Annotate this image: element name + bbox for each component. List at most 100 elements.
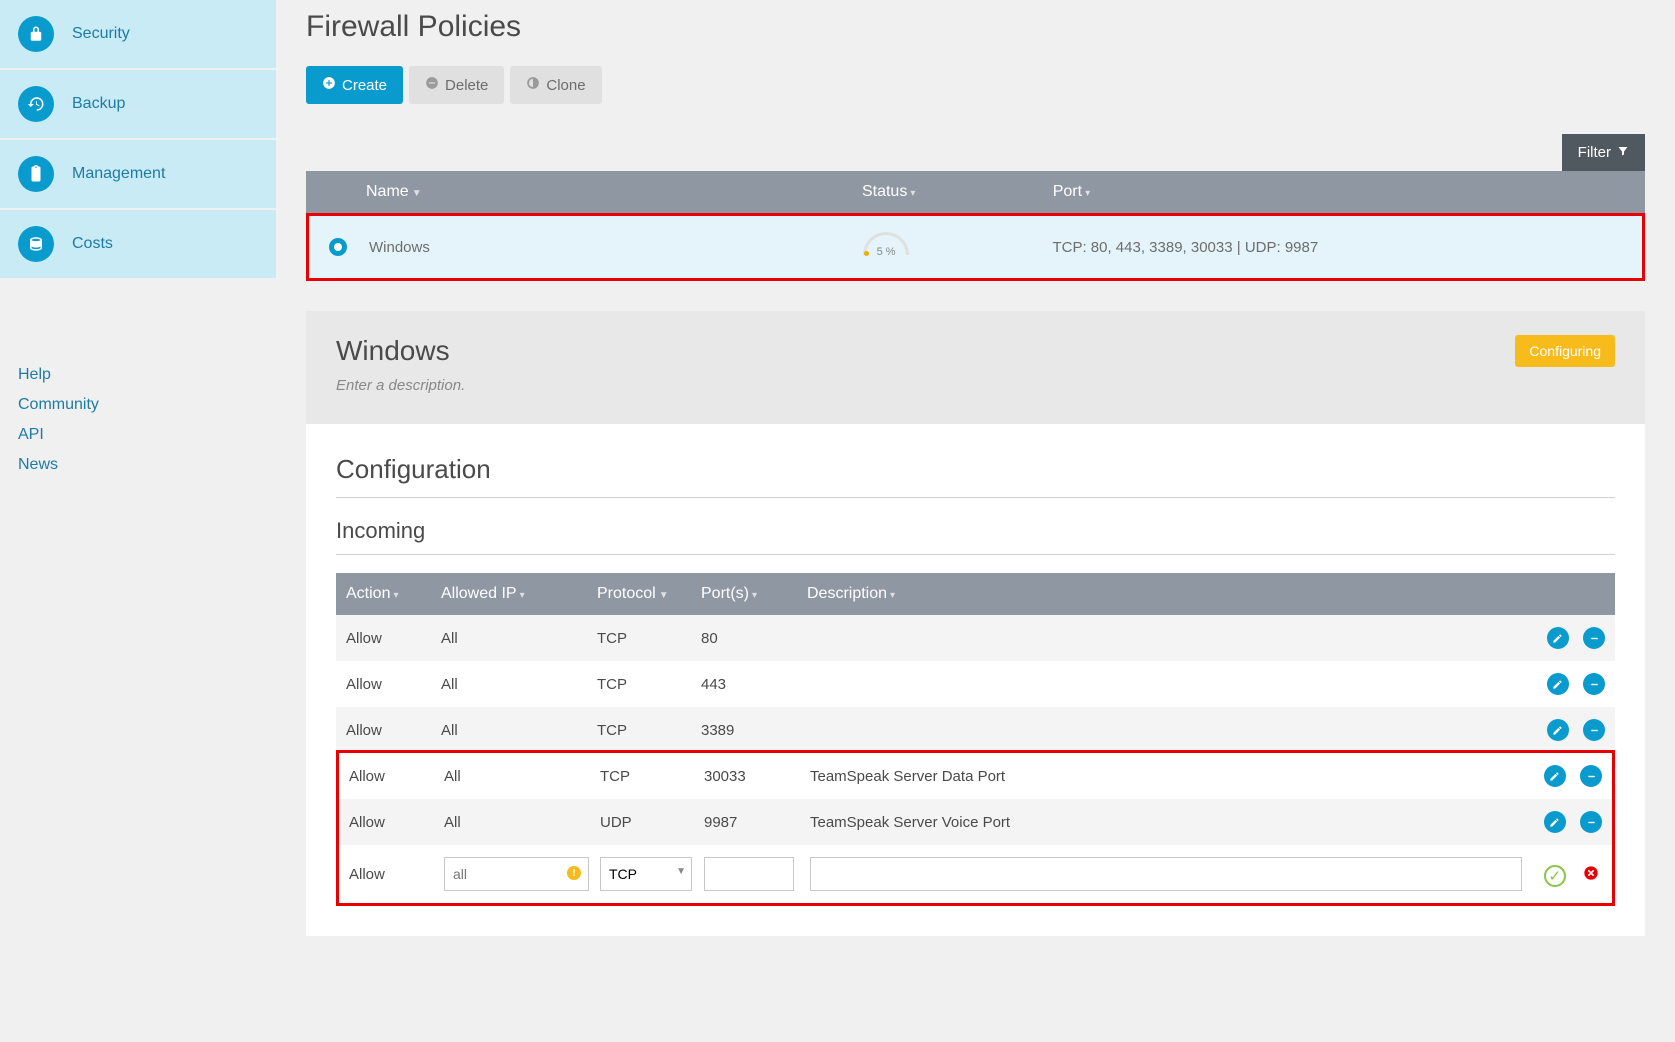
caret-down-icon: ▾ [393, 590, 398, 601]
filter-button[interactable]: Filter [1562, 134, 1645, 171]
rule-protocol: TCP [597, 630, 701, 647]
clock-back-icon [18, 86, 54, 122]
policy-detail-panel: Windows Enter a description. Configuring [306, 311, 1645, 424]
plus-circle-icon [322, 76, 336, 94]
sidebar-links: Help Community API News [0, 280, 276, 498]
clone-button[interactable]: Clone [510, 66, 601, 104]
sidebar-item-security[interactable]: Security [0, 0, 276, 68]
rules-table: Action▾ Allowed IP▾ Protocol▼ Port(s)▾ D… [336, 573, 1615, 906]
policy-port: TCP: 80, 443, 3389, 30033 | UDP: 9987 [1052, 239, 1622, 256]
configuration-section: Configuration Incoming Action▾ Allowed I… [306, 424, 1645, 936]
rule-description: TeamSpeak Server Voice Port [810, 814, 1522, 831]
rule-action: Allow [349, 814, 444, 831]
col-header-ports[interactable]: Port(s)▾ [701, 585, 807, 603]
col-header-description[interactable]: Description▾ [807, 585, 1525, 603]
rules-table-header: Action▾ Allowed IP▾ Protocol▼ Port(s)▾ D… [336, 573, 1615, 615]
sidebar-item-costs[interactable]: Costs [0, 210, 276, 278]
sidebar-item-label: Management [72, 165, 165, 183]
edit-icon[interactable] [1544, 811, 1566, 833]
rule-ip: All [441, 722, 597, 739]
rule-ip: All [441, 630, 597, 647]
filter-icon [1617, 144, 1629, 161]
rule-protocol: TCP [600, 768, 704, 785]
rule-ports: 3389 [701, 722, 807, 739]
cancel-icon[interactable] [1580, 862, 1602, 884]
rule-protocol: TCP [597, 676, 701, 693]
rule-protocol: UDP [600, 814, 704, 831]
policies-table-row[interactable]: Windows 5 % TCP: 80, 443, 3389, 30033 | … [306, 213, 1645, 281]
edit-icon[interactable] [1547, 673, 1569, 695]
edit-icon[interactable] [1544, 765, 1566, 787]
confirm-icon[interactable]: ✓ [1544, 865, 1566, 887]
new-rule-action: Allow [349, 866, 444, 883]
coins-icon [18, 226, 54, 262]
rule-action: Allow [349, 768, 444, 785]
remove-icon[interactable] [1580, 811, 1602, 833]
col-header-port[interactable]: Port▾ [1053, 183, 1625, 201]
col-header-allowed-ip[interactable]: Allowed IP▾ [441, 585, 597, 603]
rule-ports: 443 [701, 676, 807, 693]
col-header-status[interactable]: Status▾ [862, 183, 1053, 201]
rule-protocol: TCP [597, 722, 701, 739]
edit-icon[interactable] [1547, 719, 1569, 741]
lock-icon [18, 16, 54, 52]
clipboard-icon [18, 156, 54, 192]
description-input[interactable] [810, 857, 1522, 891]
rule-ip: All [444, 814, 600, 831]
incoming-title: Incoming [336, 518, 1615, 555]
remove-icon[interactable] [1583, 627, 1605, 649]
sidebar-item-label: Costs [72, 235, 113, 253]
col-header-name[interactable]: Name▼ [366, 183, 862, 201]
caret-down-icon: ▼ [412, 188, 422, 199]
policies-table-header: Name▼ Status▾ Port▾ [306, 171, 1645, 213]
detail-description-placeholder[interactable]: Enter a description. [336, 377, 1615, 394]
caret-down-icon: ▾ [910, 188, 915, 199]
rule-ip: All [441, 676, 597, 693]
detail-title: Windows [336, 335, 1615, 367]
toolbar: Create Delete Clone [306, 66, 1645, 104]
rule-action: Allow [346, 722, 441, 739]
col-header-protocol[interactable]: Protocol▼ [597, 585, 701, 603]
chevron-down-icon: ▼ [676, 866, 686, 877]
minus-circle-icon [425, 76, 439, 94]
sidebar-item-label: Security [72, 25, 130, 43]
status-badge: Configuring [1515, 335, 1615, 367]
remove-icon[interactable] [1583, 673, 1605, 695]
warning-icon: ! [567, 866, 581, 880]
caret-down-icon: ▾ [890, 590, 895, 601]
col-header-action[interactable]: Action▾ [346, 585, 441, 603]
rule-row: Allow All TCP 30033 TeamSpeak Server Dat… [339, 753, 1612, 799]
sidebar-link-help[interactable]: Help [18, 360, 258, 390]
rule-ports: 9987 [704, 814, 810, 831]
policy-name: Windows [369, 239, 863, 256]
page-title: Firewall Policies [306, 10, 1645, 44]
sidebar-item-management[interactable]: Management [0, 140, 276, 208]
sidebar-link-api[interactable]: API [18, 420, 258, 450]
sidebar-item-backup[interactable]: Backup [0, 70, 276, 138]
sidebar-link-community[interactable]: Community [18, 390, 258, 420]
rule-row: Allow All UDP 9987 TeamSpeak Server Voic… [339, 799, 1612, 845]
ports-input[interactable] [704, 857, 794, 891]
remove-icon[interactable] [1580, 765, 1602, 787]
rule-ip: All [444, 768, 600, 785]
edit-icon[interactable] [1547, 627, 1569, 649]
rule-ports: 80 [701, 630, 807, 647]
radio-selected-icon[interactable] [329, 238, 347, 256]
sidebar: Security Backup Management Costs Help Co… [0, 0, 276, 1042]
rule-ports: 30033 [704, 768, 810, 785]
rule-action: Allow [346, 630, 441, 647]
rule-row: Allow All TCP 443 [336, 661, 1615, 707]
status-gauge: 5 % [863, 232, 913, 258]
rule-row: Allow All TCP 80 [336, 615, 1615, 661]
caret-down-icon: ▼ [659, 590, 669, 601]
sidebar-item-label: Backup [72, 95, 125, 113]
sidebar-link-news[interactable]: News [18, 450, 258, 480]
caret-down-icon: ▾ [1085, 188, 1090, 199]
remove-icon[interactable] [1583, 719, 1605, 741]
delete-button[interactable]: Delete [409, 66, 504, 104]
caret-down-icon: ▾ [520, 590, 525, 601]
create-button[interactable]: Create [306, 66, 403, 104]
configuration-title: Configuration [336, 454, 1615, 498]
policies-table: Name▼ Status▾ Port▾ Windows 5 % TCP: 80,… [306, 171, 1645, 281]
rule-action: Allow [346, 676, 441, 693]
